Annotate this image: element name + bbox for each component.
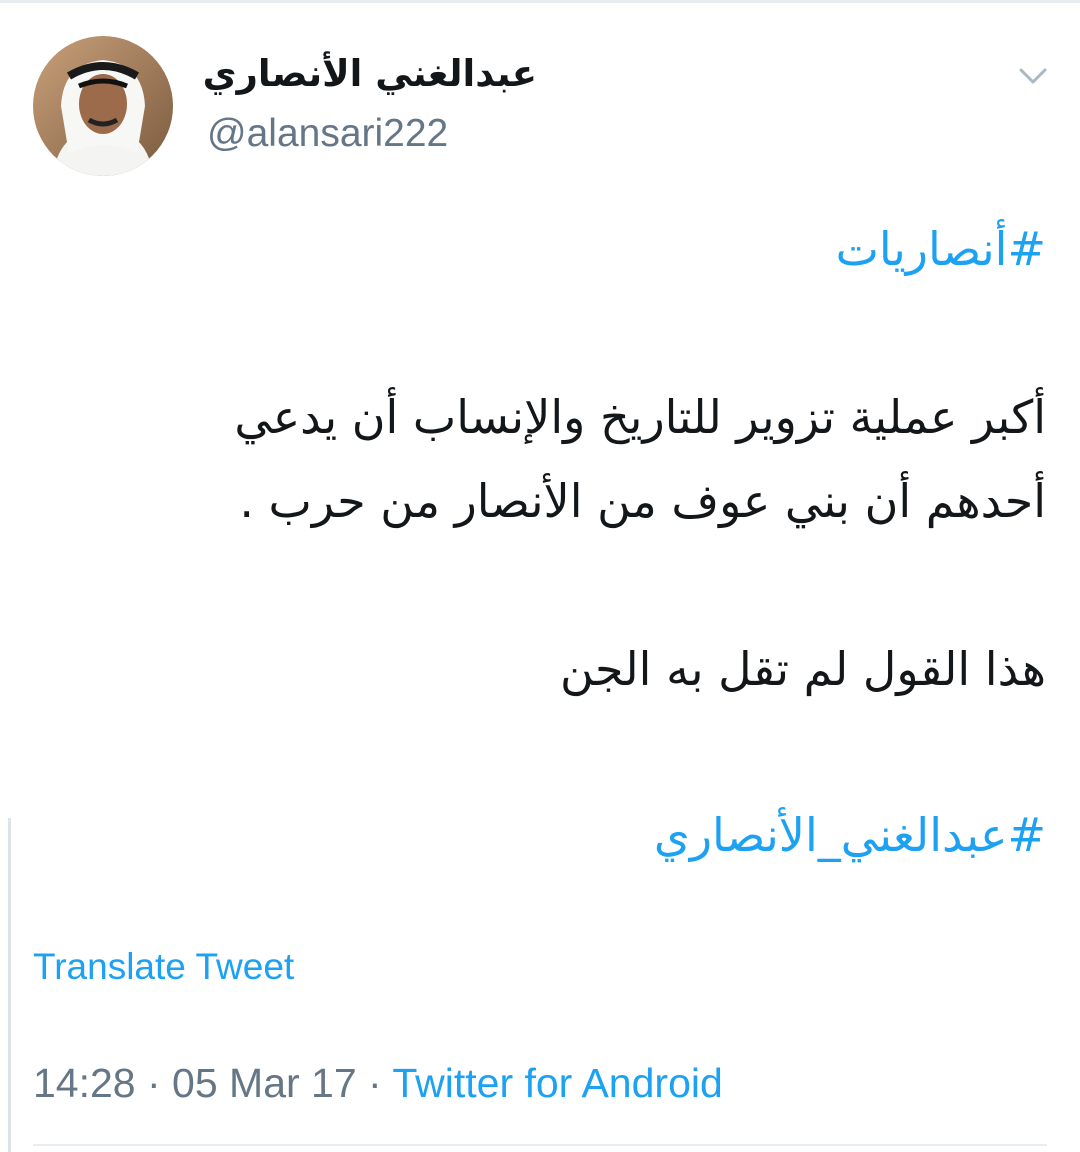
bottom-divider [33, 1144, 1047, 1146]
meta-separator: · [356, 1060, 393, 1106]
top-divider [0, 0, 1080, 3]
tweet-time[interactable]: 14:28 [33, 1060, 136, 1106]
translate-tweet-link[interactable]: Translate Tweet [33, 946, 294, 988]
tweet-text-line-2: أحدهم أن بني عوف من الأنصار من حرب . [239, 474, 1046, 528]
tweet-source-link[interactable]: Twitter for Android [392, 1060, 722, 1106]
meta-separator: · [135, 1060, 173, 1106]
hashtag-ansariyat[interactable]: #أنصاريات [30, 226, 1046, 272]
chevron-down-icon[interactable] [1016, 60, 1050, 90]
tweet-text-line-1: أكبر عملية تزوير للتاريخ والإنساب أن يدع… [234, 390, 1046, 444]
hashtag-author[interactable]: #عبدالغني_الأنصاري [30, 812, 1046, 858]
user-avatar-photo-icon [33, 36, 173, 176]
tweet-meta: 14:28 · 05 Mar 17 · Twitter for Android [33, 1060, 723, 1107]
avatar[interactable] [33, 36, 173, 176]
author-display-name[interactable]: عبدالغني الأنصاري [203, 52, 537, 95]
thread-edge-line [8, 818, 11, 1152]
author-handle[interactable]: @alansari222 [207, 112, 448, 156]
tweet-text-line-3: هذا القول لم تقل به الجن [559, 642, 1046, 696]
tweet-date[interactable]: 05 Mar 17 [172, 1060, 357, 1106]
